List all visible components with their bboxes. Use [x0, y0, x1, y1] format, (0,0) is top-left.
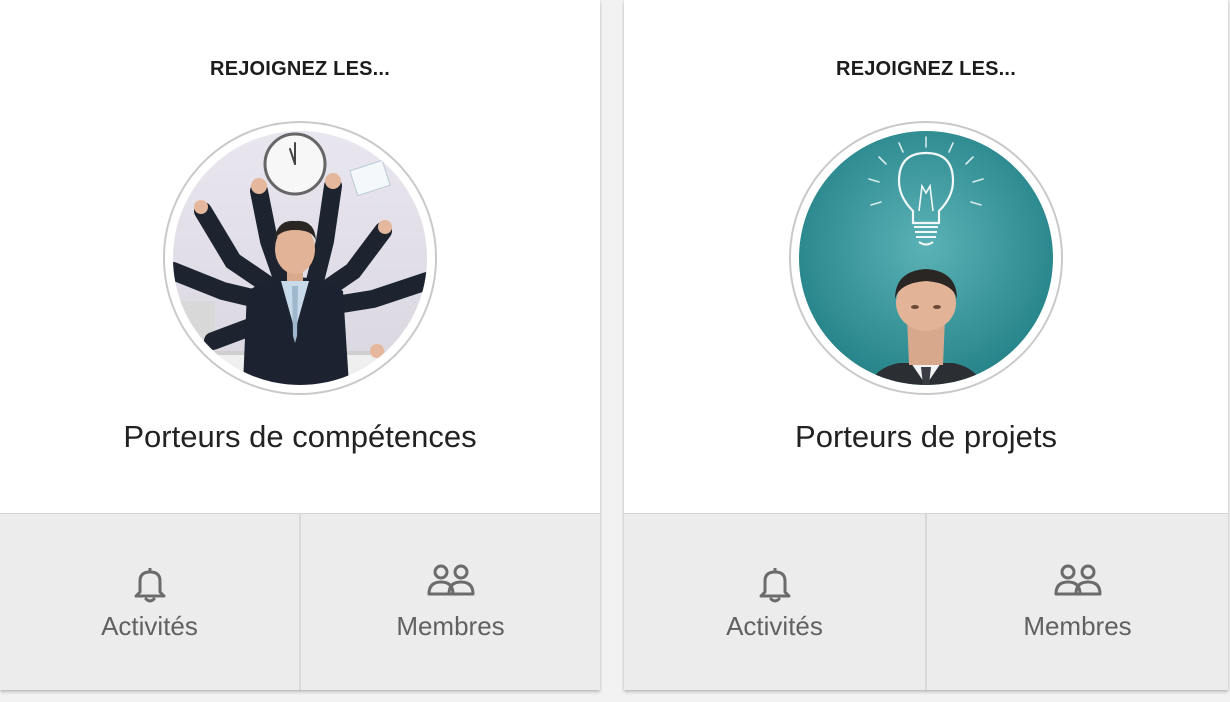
group-avatar[interactable] [163, 121, 437, 395]
members-icon [427, 564, 474, 596]
group-avatar[interactable] [789, 121, 1063, 395]
businessman-many-arms-clock-image [173, 131, 427, 385]
activities-button[interactable]: Activités [624, 514, 925, 690]
card-kicker: REJOIGNEZ LES... [210, 58, 390, 80]
card-kicker: REJOIGNEZ LES... [836, 58, 1016, 80]
members-label: Membres [396, 611, 505, 641]
members-button[interactable]: Membres [925, 514, 1228, 690]
group-card-porteurs-projets[interactable]: REJOIGNEZ LES... Porteurs de projets Act… [624, 0, 1228, 690]
activities-label: Activités [101, 611, 198, 641]
groups-grid: REJOIGNEZ LES... Porteurs de compétences… [0, 0, 1230, 702]
card-header[interactable]: REJOIGNEZ LES... [624, 0, 1228, 513]
card-actions: Activités Membres [624, 513, 1228, 690]
activities-label: Activités [726, 611, 823, 641]
card-header[interactable]: REJOIGNEZ LES... [0, 0, 600, 513]
group-card-porteurs-competences[interactable]: REJOIGNEZ LES... Porteurs de compétences… [0, 0, 600, 690]
card-actions: Activités Membres [0, 513, 600, 690]
card-title[interactable]: Porteurs de compétences [0, 419, 600, 455]
bell-icon [759, 568, 790, 603]
card-title[interactable]: Porteurs de projets [624, 419, 1228, 455]
members-label: Membres [1023, 611, 1132, 641]
members-button[interactable]: Membres [299, 514, 600, 690]
members-icon [1054, 564, 1101, 596]
bell-icon [134, 568, 165, 603]
activities-button[interactable]: Activités [0, 514, 299, 690]
man-lightbulb-idea-image [799, 131, 1053, 385]
